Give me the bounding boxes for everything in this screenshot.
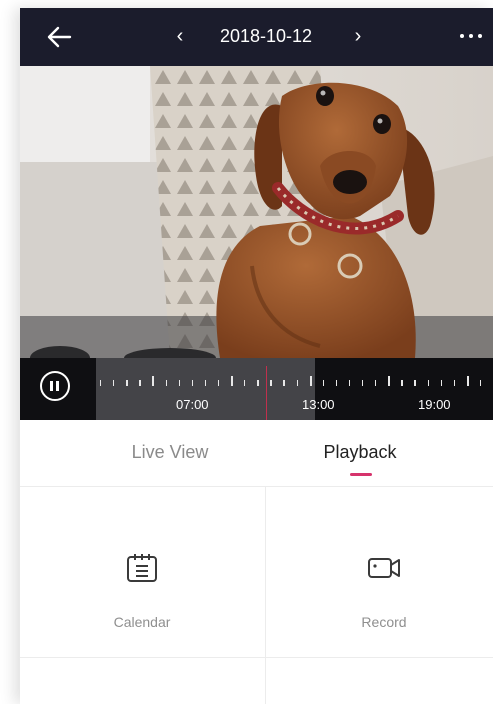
time-label: 07:00 — [176, 397, 209, 412]
grid-divider — [20, 657, 493, 658]
active-tab-indicator — [350, 473, 372, 476]
back-button[interactable] — [46, 25, 72, 49]
timeline-tick — [165, 380, 167, 386]
timeline-tick — [335, 380, 338, 386]
app-screen: ‹ 2018-10-12 › 07:00 13:00 19:00 Live Vi… — [20, 8, 493, 704]
timeline-tick — [270, 380, 272, 386]
timeline-tick — [100, 380, 102, 386]
timeline-tick — [257, 380, 259, 386]
timeline-tick — [453, 380, 456, 386]
timeline-tick — [126, 380, 128, 386]
arrow-left-icon — [47, 26, 72, 48]
record-button[interactable]: Record — [266, 487, 493, 657]
playback-timeline[interactable]: 07:00 13:00 19:00 — [20, 358, 493, 420]
video-feed[interactable] — [20, 66, 493, 358]
tab-live-view[interactable]: Live View — [100, 440, 240, 464]
timeline-tick — [375, 380, 377, 386]
time-label: 13:00 — [302, 397, 335, 412]
timeline-tick — [466, 376, 469, 386]
calendar-icon — [127, 554, 157, 582]
next-day-button[interactable]: › — [348, 21, 368, 51]
timeline-tick — [309, 376, 312, 386]
timeline-tick — [204, 380, 207, 386]
timeline-tick — [191, 380, 194, 386]
timeline-tick — [231, 376, 233, 386]
timeline-tick — [152, 376, 155, 386]
timeline-tick — [244, 380, 246, 386]
more-dots-icon — [478, 34, 482, 38]
timeline-tick — [362, 380, 364, 386]
timeline-tick — [283, 380, 285, 386]
record-label: Record — [361, 614, 407, 630]
timeline-tick — [414, 380, 416, 386]
date-title: 2018-10-12 — [219, 26, 313, 46]
timeline-ticks — [20, 358, 493, 398]
tab-playback[interactable]: Playback — [290, 440, 430, 464]
top-bar: ‹ 2018-10-12 › — [20, 8, 493, 66]
calendar-label: Calendar — [113, 614, 171, 630]
more-options-button[interactable] — [456, 22, 486, 50]
more-dots-icon — [460, 34, 464, 38]
timeline-tick — [479, 380, 482, 386]
calendar-button[interactable]: Calendar — [20, 487, 265, 657]
timeline-tick — [322, 380, 325, 386]
timeline-tick — [440, 380, 442, 386]
timeline-tick — [296, 380, 298, 386]
timeline-tick — [388, 376, 391, 386]
camera-frame-image — [20, 66, 493, 358]
timeline-tick — [217, 380, 220, 386]
playhead[interactable] — [266, 366, 267, 420]
previous-day-button[interactable]: ‹ — [170, 21, 190, 51]
timeline-tick — [178, 380, 180, 386]
timeline-tick — [113, 380, 115, 386]
view-tabs: Live View Playback — [20, 420, 493, 487]
video-camera-icon — [368, 558, 400, 578]
time-label: 19:00 — [418, 397, 451, 412]
action-grid: Calendar Record — [20, 487, 493, 704]
timeline-tick — [139, 380, 141, 386]
timeline-tick — [401, 380, 403, 386]
timeline-tick — [427, 380, 429, 386]
timeline-tick — [348, 380, 351, 386]
more-dots-icon — [469, 34, 473, 38]
